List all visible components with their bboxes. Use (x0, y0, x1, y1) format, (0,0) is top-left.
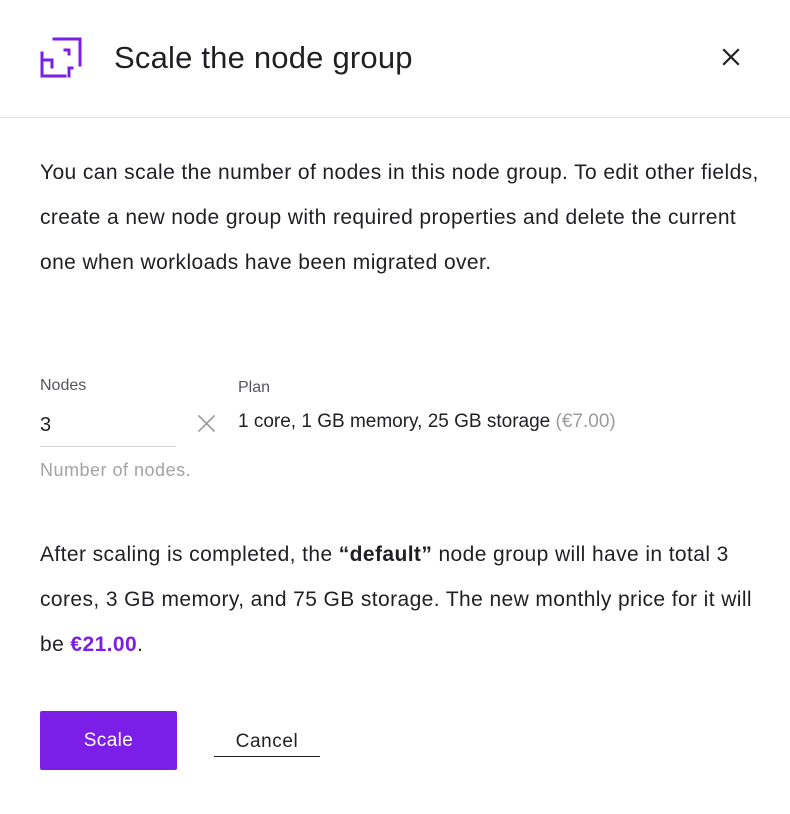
dialog-title: Scale the node group (114, 40, 413, 75)
summary-text: After scaling is completed, the “default… (40, 532, 760, 667)
summary-part1: After scaling is completed, the (40, 543, 339, 566)
cancel-button[interactable]: Cancel (214, 728, 320, 757)
plan-label: Plan (238, 379, 271, 396)
times-icon (197, 414, 216, 433)
close-button[interactable] (716, 44, 746, 74)
nodes-input[interactable] (40, 404, 176, 447)
summary-part3: . (137, 633, 144, 656)
plan-price: (€7.00) (555, 411, 616, 432)
nodes-helper-text: Number of nodes. (40, 460, 192, 480)
dialog-header: Scale the node group (0, 0, 790, 118)
plan-value: 1 core, 1 GB memory, 25 GB storage (€7.0… (238, 411, 616, 433)
scale-node-group-dialog: Scale the node group You can scale the n… (0, 0, 790, 814)
close-icon (722, 47, 740, 71)
node-group-name: “default” (338, 543, 433, 566)
new-monthly-price: €21.00 (70, 633, 138, 656)
nodes-label: Nodes (40, 377, 87, 394)
scale-icon (39, 37, 83, 79)
scale-button[interactable]: Scale (40, 711, 177, 770)
plan-description: 1 core, 1 GB memory, 25 GB storage (238, 411, 551, 432)
intro-text: You can scale the number of nodes in thi… (40, 161, 759, 274)
